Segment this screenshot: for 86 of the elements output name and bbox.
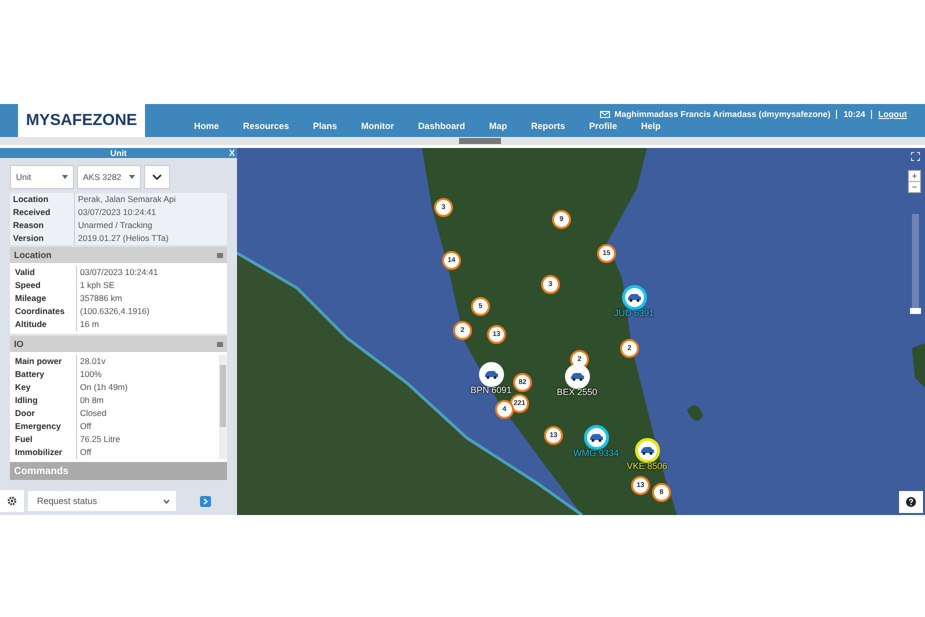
chevron-down-icon	[152, 174, 162, 180]
field-value: Unarmed / Tracking	[74, 219, 227, 232]
user-name: Maghimmadass Francis Arimadass (dmymysafezone)	[614, 109, 830, 119]
collapse-icon[interactable]	[217, 252, 223, 258]
fullscreen-icon[interactable]	[911, 152, 920, 161]
settings-icon	[7, 496, 17, 506]
field-value: Perak, Jalan Semarak Api	[74, 193, 227, 206]
close-button[interactable]: X	[228, 148, 235, 158]
field-value: Closed	[76, 407, 219, 420]
scrollbar[interactable]	[219, 355, 227, 459]
vehicle-label: BPN 6091	[470, 385, 512, 395]
section-header[interactable]: Location	[10, 247, 227, 263]
car-icon	[627, 293, 642, 302]
section-title: Location	[14, 250, 52, 260]
logo: MYSAFEZONE	[18, 104, 145, 137]
vehicle-label: WMG 9334	[573, 448, 619, 458]
zoom-in-button[interactable]: +	[908, 170, 921, 182]
help-icon	[906, 497, 916, 507]
car-icon	[570, 372, 585, 381]
field-value: 03/07/2023 10:24:41	[76, 266, 227, 279]
field-value: 03/07/2023 10:24:41	[74, 206, 227, 219]
field-label: Valid	[12, 266, 76, 279]
logout-link[interactable]: Logout	[878, 109, 907, 119]
send-button[interactable]	[200, 496, 211, 506]
field-value: Off	[76, 446, 219, 459]
vehicle-label: BEX 2550	[556, 387, 598, 397]
field-label: Door	[12, 407, 76, 420]
field-label: Fuel	[12, 433, 76, 446]
field-label: Coordinates	[12, 305, 76, 318]
help-button[interactable]	[899, 491, 923, 513]
nav-link[interactable]: Monitor	[349, 121, 406, 131]
field-value: 76.25 Litre	[76, 433, 219, 446]
unit-name-select[interactable]: AKS 3282	[77, 165, 141, 189]
field-value: (100.6326,4.1916)	[76, 305, 227, 318]
panel-title: Unit	[110, 148, 127, 158]
field-value: On (1h 49m)	[76, 381, 219, 394]
field-label: Key	[12, 381, 76, 394]
satellite-map-drawing[interactable]	[237, 148, 925, 515]
field-value: 28.01v	[76, 355, 219, 368]
nav-link[interactable]: Resources	[231, 121, 302, 131]
field-value: 0h 8m	[76, 394, 219, 407]
zoom-out-button[interactable]: −	[908, 181, 921, 193]
nav-link[interactable]: Home	[182, 121, 232, 131]
field-label: Emergency	[12, 420, 76, 433]
command-select[interactable]: Request status	[28, 491, 176, 511]
unit-type-select[interactable]: Unit	[10, 165, 74, 189]
field-label: Version	[10, 232, 74, 245]
expand-button[interactable]	[144, 165, 170, 189]
field-value: Off	[76, 420, 219, 433]
nav-link[interactable]: Reports	[519, 121, 578, 131]
field-value: 2019.01.27 (Helios TTa)	[74, 232, 227, 245]
mail-icon[interactable]	[600, 110, 610, 118]
dropdown-arrow-icon	[62, 175, 68, 179]
section-title: IO	[14, 339, 24, 349]
zoom-slider-thumb[interactable]	[910, 308, 921, 314]
field-value: 357886 km	[76, 292, 227, 305]
collapse-icon[interactable]	[217, 342, 223, 346]
dropdown-arrow-icon	[129, 175, 135, 179]
field-label: Immobilizer	[12, 446, 76, 459]
car-icon	[589, 433, 604, 442]
section-header[interactable]: IO	[10, 336, 227, 352]
field-label: Mileage	[12, 292, 76, 305]
chevron-down-icon	[163, 498, 170, 504]
field-label: Altitude	[12, 318, 76, 331]
chevron-right-icon	[203, 498, 208, 504]
nav-link[interactable]: Profile	[577, 121, 630, 131]
nav-link[interactable]: Help	[629, 121, 673, 131]
nav-link[interactable]: Map	[477, 121, 520, 131]
commands-header: Commands	[10, 462, 227, 480]
field-value: 1 kph SE	[76, 279, 227, 292]
nav-link[interactable]: Plans	[301, 121, 350, 131]
scroll-thumb[interactable]	[459, 138, 501, 144]
field-label: Speed	[12, 279, 76, 292]
field-label: Location	[10, 193, 74, 206]
field-label: Main power	[12, 355, 76, 368]
car-icon	[640, 446, 655, 455]
field-label: Received	[10, 206, 74, 219]
field-label: Idling	[12, 394, 76, 407]
nav-link[interactable]: Dashboard	[406, 121, 478, 131]
settings-button[interactable]	[0, 490, 24, 512]
field-value: 100%	[76, 368, 219, 381]
field-label: Battery	[12, 368, 76, 381]
field-label: Reason	[10, 219, 74, 232]
field-value: 16 m	[76, 318, 227, 331]
clock-time: 10:24	[843, 109, 866, 119]
car-icon	[484, 370, 499, 379]
